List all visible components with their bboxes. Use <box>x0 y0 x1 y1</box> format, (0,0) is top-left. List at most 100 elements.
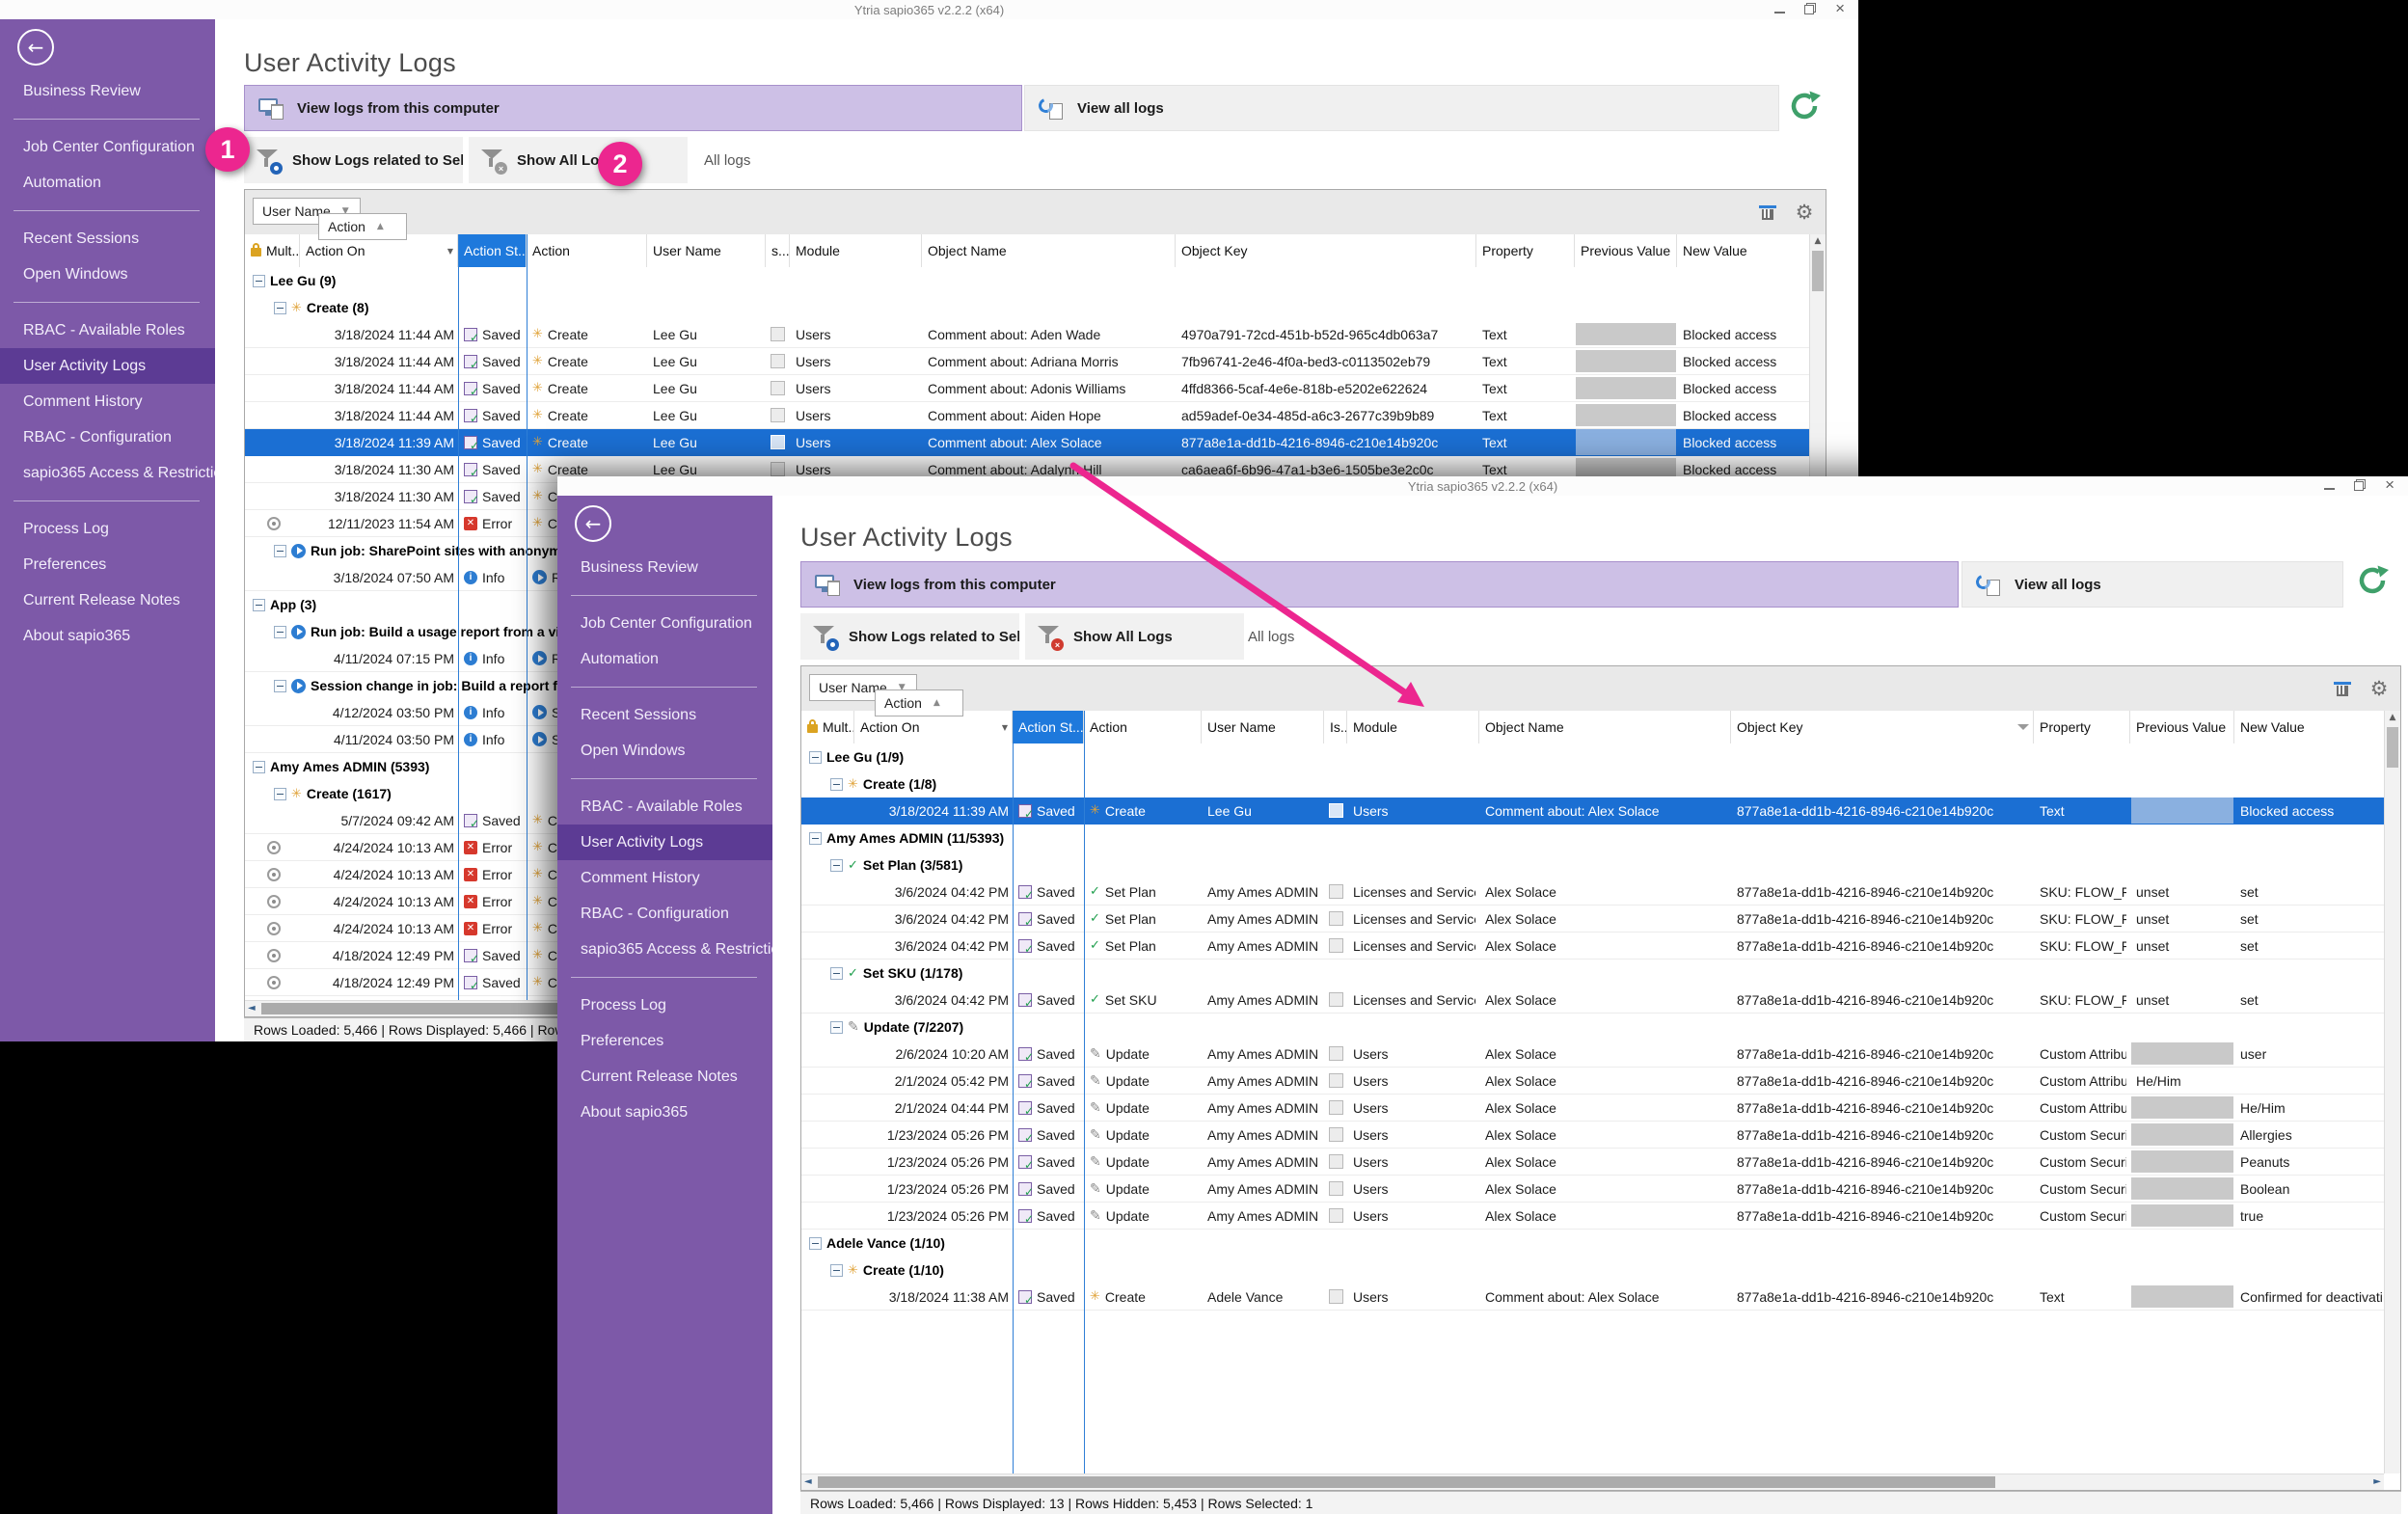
sidebar-item-recent-sessions[interactable]: Recent Sessions <box>557 697 772 733</box>
column-header-object-key[interactable]: Object Key <box>1731 711 2034 743</box>
group-row[interactable]: Lee Gu (1/9) <box>801 743 2384 771</box>
view-local-button[interactable]: View logs from this computer <box>800 561 1959 608</box>
checkbox[interactable] <box>1328 1181 1343 1196</box>
sidebar-item-automation[interactable]: Automation <box>0 165 215 201</box>
show-logs-related-button[interactable]: Show Logs related to Selectio <box>244 137 463 183</box>
group-row[interactable]: ✳ Create (8) <box>245 294 1809 321</box>
checkbox[interactable] <box>1328 1073 1343 1088</box>
groupby-chip-action[interactable]: Action ▲ <box>318 213 407 240</box>
sidebar-item-about-sapio365[interactable]: About sapio365 <box>557 1095 772 1130</box>
column-header-new-value[interactable]: New Value <box>2234 711 2386 743</box>
column-header-mult[interactable]: Mult... <box>801 711 854 743</box>
checkbox[interactable] <box>771 408 785 422</box>
checkbox[interactable] <box>1328 1100 1343 1115</box>
show-logs-related-button[interactable]: Show Logs related to Selectio <box>800 613 1019 660</box>
column-header-s[interactable]: s... <box>766 234 790 267</box>
collapse-icon[interactable] <box>274 544 286 557</box>
checkbox[interactable] <box>771 327 785 341</box>
sidebar-item-rbac-configuration[interactable]: RBAC - Configuration <box>557 896 772 932</box>
column-header-action[interactable]: Action <box>527 234 647 267</box>
sidebar-item-open-windows[interactable]: Open Windows <box>0 257 215 292</box>
group-row[interactable]: ✓ Set Plan (3/581) <box>801 852 2384 879</box>
sidebar-item-recent-sessions[interactable]: Recent Sessions <box>0 221 215 257</box>
groupby-chip-action[interactable]: Action ▲ <box>875 689 963 716</box>
sidebar-item-rbac-available-roles[interactable]: RBAC - Available Roles <box>0 312 215 348</box>
minimize-icon[interactable] <box>1774 12 1786 14</box>
sidebar-item-business-review[interactable]: Business Review <box>0 73 215 109</box>
back-button[interactable]: ← <box>17 29 54 66</box>
table-row[interactable]: 3/6/2024 04:42 PMSaved✓Set PlanAmy Ames … <box>801 906 2384 933</box>
checkbox[interactable] <box>1328 1154 1343 1169</box>
column-header-module[interactable]: Module <box>790 234 922 267</box>
column-header-previous-value[interactable]: Previous Value <box>2130 711 2234 743</box>
sidebar-item-job-center-configuration[interactable]: Job Center Configuration <box>557 606 772 641</box>
column-header-object-name[interactable]: Object Name <box>922 234 1176 267</box>
sidebar-item-user-activity-logs[interactable]: User Activity Logs <box>0 348 215 384</box>
refresh-icon[interactable] <box>2353 561 2392 600</box>
sidebar-item-job-center-configuration[interactable]: Job Center Configuration <box>0 129 215 165</box>
table-row[interactable]: 1/23/2024 05:26 PMSaved✎UpdateAmy Ames A… <box>801 1122 2384 1149</box>
table-row[interactable]: 3/18/2024 11:39 AMSaved✳CreateLee GuUser… <box>245 429 1809 456</box>
column-header-user-name[interactable]: User Name <box>1202 711 1324 743</box>
collapse-icon[interactable] <box>809 750 822 764</box>
checkbox[interactable] <box>1328 1127 1343 1142</box>
horizontal-scrollbar[interactable]: ◄ ► <box>801 1473 2384 1490</box>
checkbox[interactable] <box>771 381 785 395</box>
sidebar-item-process-log[interactable]: Process Log <box>557 987 772 1023</box>
column-header-is[interactable]: Is... <box>1324 711 1347 743</box>
titlebar[interactable]: Ytria sapio365 v2.2.2 (x64) × <box>0 0 1858 19</box>
sidebar-item-user-activity-logs[interactable]: User Activity Logs <box>557 825 772 860</box>
sidebar-item-current-release-notes[interactable]: Current Release Notes <box>557 1059 772 1095</box>
restore-icon[interactable] <box>1804 3 1817 14</box>
collapse-icon[interactable] <box>830 1020 843 1034</box>
checkbox[interactable] <box>1328 911 1343 926</box>
collapse-icon[interactable] <box>253 598 265 611</box>
collapse-icon[interactable] <box>809 1236 822 1250</box>
column-header-action[interactable]: Action <box>1084 711 1202 743</box>
collapse-icon[interactable] <box>253 760 265 773</box>
close-icon[interactable]: × <box>1835 0 1845 16</box>
table-row[interactable]: 3/18/2024 11:39 AMSaved✳CreateLee GuUser… <box>801 798 2384 825</box>
table-row[interactable]: 3/18/2024 11:44 AMSaved✳CreateLee GuUser… <box>245 402 1809 429</box>
column-header-user-name[interactable]: User Name <box>647 234 766 267</box>
checkbox[interactable] <box>1328 884 1343 899</box>
group-row[interactable]: ✳ Create (1/8) <box>801 771 2384 798</box>
close-icon[interactable]: × <box>2385 476 2394 493</box>
vertical-scrollbar[interactable]: ▲ <box>2384 711 2400 1473</box>
sidebar-item-sapio365-access-restrictions[interactable]: sapio365 Access & Restrictions <box>557 932 772 967</box>
sidebar-item-rbac-configuration[interactable]: RBAC - Configuration <box>0 419 215 455</box>
show-all-logs-button[interactable]: × Show All Logs <box>469 137 688 183</box>
sidebar-item-current-release-notes[interactable]: Current Release Notes <box>0 582 215 618</box>
table-row[interactable]: 1/23/2024 05:26 PMSaved✎UpdateAmy Ames A… <box>801 1176 2384 1203</box>
table-row[interactable]: 3/18/2024 11:38 AMSaved✳CreateAdele Vanc… <box>801 1284 2384 1311</box>
sidebar-item-preferences[interactable]: Preferences <box>0 547 215 582</box>
collapse-icon[interactable] <box>830 1263 843 1277</box>
collapse-icon[interactable] <box>274 301 286 314</box>
group-row[interactable]: Lee Gu (9) <box>245 267 1809 294</box>
back-button[interactable]: ← <box>575 505 611 542</box>
table-row[interactable]: 3/18/2024 11:44 AMSaved✳CreateLee GuUser… <box>245 375 1809 402</box>
collapse-icon[interactable] <box>809 831 822 845</box>
checkbox[interactable] <box>1328 1046 1343 1061</box>
table-row[interactable]: 3/6/2024 04:42 PMSaved✓Set SKUAmy Ames A… <box>801 987 2384 1014</box>
table-row[interactable]: 1/23/2024 05:26 PMSaved✎UpdateAmy Ames A… <box>801 1149 2384 1176</box>
column-header-property[interactable]: Property <box>2034 711 2130 743</box>
table-row[interactable]: 2/6/2024 10:20 AMSaved✎UpdateAmy Ames AD… <box>801 1041 2384 1068</box>
collapse-icon[interactable] <box>830 966 843 980</box>
table-row[interactable]: 2/1/2024 04:44 PMSaved✎UpdateAmy Ames AD… <box>801 1095 2384 1122</box>
collapse-icon[interactable] <box>830 858 843 872</box>
column-header-previous-value[interactable]: Previous Value <box>1575 234 1677 267</box>
sidebar-item-automation[interactable]: Automation <box>557 641 772 677</box>
column-header-mult[interactable]: Mult... <box>245 234 300 267</box>
checkbox[interactable] <box>1328 1289 1343 1304</box>
table-row[interactable]: 3/6/2024 04:42 PMSaved✓Set PlanAmy Ames … <box>801 879 2384 906</box>
view-all-button[interactable]: View all logs <box>1962 561 2343 608</box>
show-all-logs-button[interactable]: × Show All Logs <box>1025 613 1244 660</box>
checkbox[interactable] <box>771 462 785 476</box>
column-header-action-st[interactable]: Action St... <box>1013 711 1084 743</box>
checkbox[interactable] <box>771 354 785 368</box>
titlebar[interactable]: Ytria sapio365 v2.2.2 (x64) × <box>557 476 2408 496</box>
group-row[interactable]: ✓ Set SKU (1/178) <box>801 960 2384 987</box>
table-row[interactable]: 1/23/2024 05:26 PMSaved✎UpdateAmy Ames A… <box>801 1203 2384 1230</box>
sidebar-item-preferences[interactable]: Preferences <box>557 1023 772 1059</box>
